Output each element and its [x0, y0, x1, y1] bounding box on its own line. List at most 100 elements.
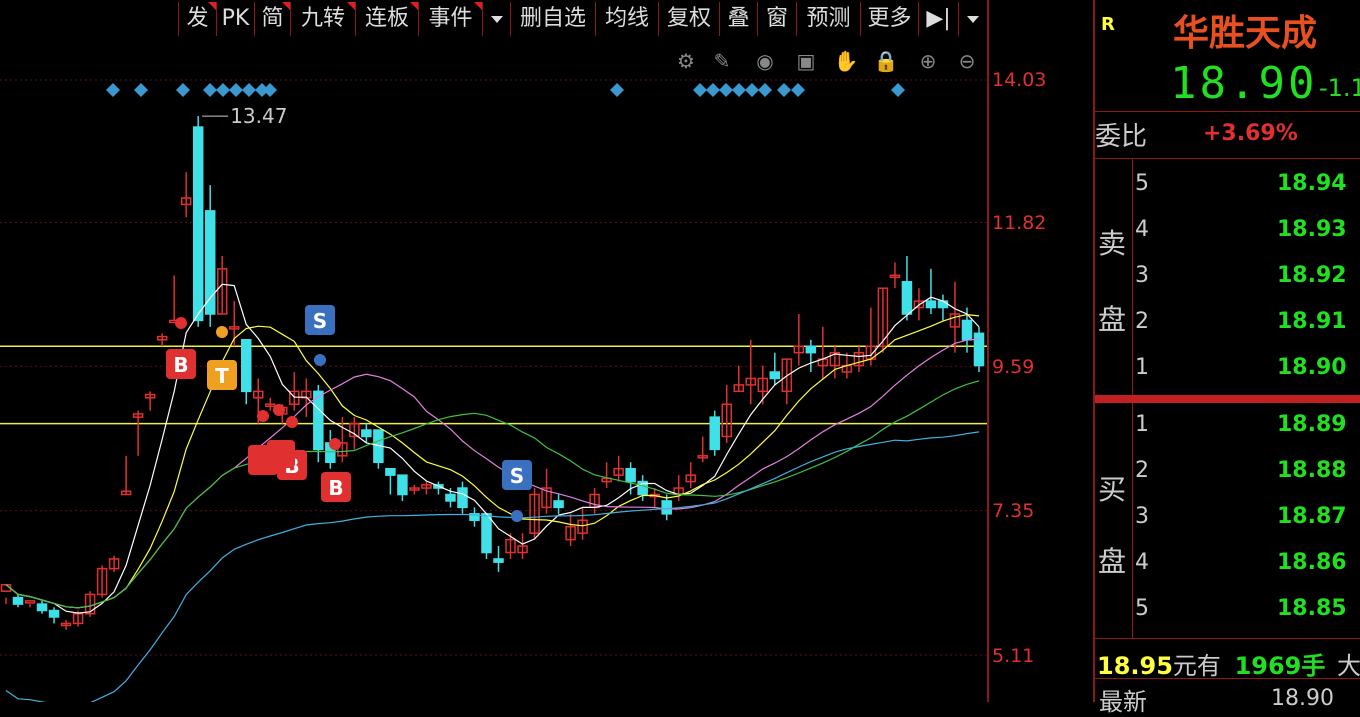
weibi-label: 委比 — [1095, 122, 1148, 152]
level-number: 2 — [1135, 309, 1149, 334]
signal-badge-label: B — [173, 353, 188, 377]
quote-panel: R 华胜天成 18.90 -1.1 委比 +3.69% 卖 盘 5 18.94 4 1… — [1093, 0, 1360, 716]
toolbar-button[interactable]: 窗 — [757, 2, 796, 36]
ma30-line — [5, 380, 980, 609]
pen-icon[interactable]: ✎ — [709, 48, 735, 74]
toolbar-button-label: 窗 — [765, 6, 788, 31]
price-change: -1.1 — [1319, 74, 1360, 102]
toolbar-button[interactable]: 连板 — [355, 2, 418, 36]
signal-diamond-icon — [891, 83, 905, 97]
toolbox-icon[interactable]: ▣ — [793, 48, 819, 74]
signal-badge-label: T — [215, 364, 229, 388]
signal-dot — [273, 404, 285, 416]
signal-diamond-icon — [693, 83, 707, 97]
level-number: 1 — [1135, 412, 1149, 437]
toolbar-dropdown-button[interactable] — [482, 2, 510, 36]
lock-icon[interactable]: 🔒 — [873, 48, 899, 74]
signal-diamond-icon — [106, 83, 120, 97]
order-summary: 18.95元有 1969手 大 — [1097, 646, 1360, 681]
toolbar-button-label: 发 — [186, 6, 209, 31]
toolbar-button-label: 事件 — [428, 6, 473, 31]
signal-diamond-icon — [758, 83, 772, 97]
candle-body — [24, 600, 36, 604]
level-price: 18.91 — [1277, 309, 1347, 334]
new-flag-icon — [208, 2, 216, 10]
toolbar-button[interactable]: 简 — [254, 2, 290, 36]
level-price: 18.93 — [1277, 217, 1347, 242]
toolbar-button[interactable]: 叠 — [719, 2, 757, 36]
signal-dot — [314, 354, 326, 366]
signal-dot — [257, 410, 269, 422]
candle-body — [709, 416, 720, 451]
signal-diamond-icon — [263, 83, 277, 97]
zoom-in-icon[interactable]: ⊕ — [915, 48, 941, 74]
sell-row[interactable]: 1 18.90 — [1135, 355, 1360, 385]
toolbar-button-label: PK — [221, 6, 250, 31]
toolbar-button[interactable]: 发 — [178, 2, 216, 36]
r-badge: R — [1101, 14, 1115, 35]
buy-row[interactable]: 2 18.88 — [1135, 458, 1360, 488]
candle-body — [901, 281, 913, 315]
level-price: 18.88 — [1277, 458, 1347, 483]
buy-label: 买 — [1098, 473, 1127, 506]
toolbar-button[interactable]: 预测 — [796, 2, 860, 36]
price-axis-label: 14.03 — [992, 69, 1047, 91]
signal-diamond-icon — [719, 83, 733, 97]
toolbar-button[interactable]: 复权 — [658, 2, 719, 36]
level-price: 18.85 — [1277, 596, 1347, 621]
level-price: 18.90 — [1277, 355, 1347, 380]
buy-row[interactable]: 4 18.86 — [1135, 550, 1360, 580]
candle-body — [12, 596, 24, 605]
toolbar-dropdown-button[interactable] — [958, 2, 986, 36]
toolbar-button[interactable]: 事件 — [418, 2, 482, 36]
latest-value: 18.90 — [1271, 686, 1334, 711]
sell-row[interactable]: 4 18.93 — [1135, 217, 1360, 247]
toolbar-button-label: 更多 — [867, 6, 912, 31]
zoom-out-icon[interactable]: ⊖ — [954, 48, 980, 74]
buy-row[interactable]: 1 18.89 — [1135, 412, 1360, 442]
sell-row[interactable]: 3 18.92 — [1135, 263, 1360, 293]
price-axis-label: 9.59 — [992, 356, 1035, 378]
sell-row[interactable]: 5 18.94 — [1135, 171, 1360, 201]
level-number: 5 — [1135, 171, 1149, 196]
level-price: 18.89 — [1277, 412, 1347, 437]
price-axis-label: 11.82 — [992, 212, 1047, 234]
signal-diamond-icon — [203, 83, 217, 97]
buy-row[interactable]: 5 18.85 — [1135, 596, 1360, 626]
signal-badge — [267, 440, 295, 468]
toolbar-button[interactable]: 更多 — [860, 2, 918, 36]
kline-chart[interactable]: 13.47BTSBBBS — [0, 40, 987, 702]
signal-diamond-icon — [791, 83, 805, 97]
toolbar-button[interactable]: 删自选 — [510, 2, 595, 36]
signal-diamond-icon — [216, 83, 230, 97]
candle-body — [961, 319, 973, 341]
candle-body — [553, 500, 564, 509]
level-number: 1 — [1135, 355, 1149, 380]
buy-row[interactable]: 3 18.87 — [1135, 504, 1360, 534]
candle-body — [805, 345, 817, 354]
toolbar-button[interactable]: 均线 — [595, 2, 658, 36]
sell-row[interactable]: 2 18.91 — [1135, 309, 1360, 339]
signal-dot — [286, 416, 298, 428]
level-number: 3 — [1135, 263, 1149, 288]
toolbar-button[interactable]: 九转 — [290, 2, 355, 36]
signal-diamond-icon — [176, 83, 190, 97]
order-tail: 大 — [1337, 652, 1360, 680]
toolbar-button[interactable]: PK — [216, 2, 254, 36]
hand-icon[interactable]: ✋ — [833, 48, 859, 74]
candle-body — [36, 603, 48, 612]
candle-body — [445, 493, 456, 502]
candle-body — [192, 126, 204, 322]
new-flag-icon — [410, 2, 418, 10]
toolbar-button[interactable]: ▶| — [918, 2, 958, 36]
ma60-line — [5, 431, 980, 702]
candle-body — [937, 300, 949, 309]
signal-badge-label: S — [313, 309, 327, 333]
candle-body — [661, 500, 672, 515]
signal-badge-label: S — [510, 464, 524, 488]
eye-icon[interactable]: ◉ — [752, 48, 778, 74]
gear-icon[interactable]: ⚙ — [673, 48, 699, 74]
candle-body — [973, 332, 985, 367]
order-unit: 元有 — [1172, 652, 1221, 680]
kline-svg[interactable]: 13.47BTSBBBS — [0, 40, 987, 702]
